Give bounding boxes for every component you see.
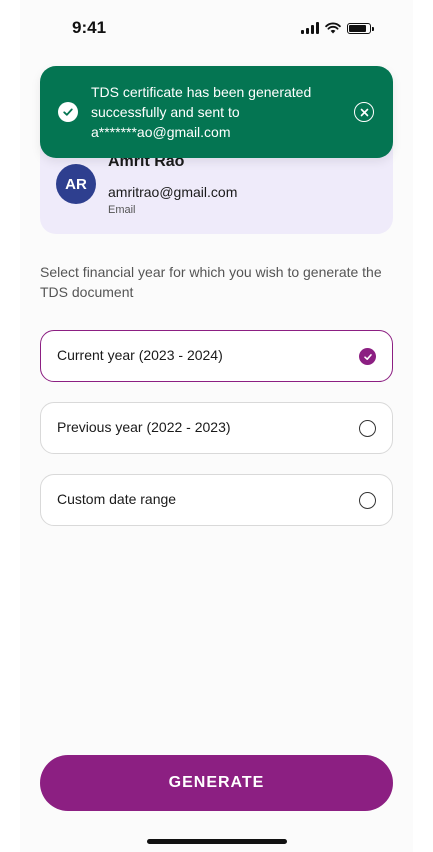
toast-message: TDS certificate has been generated succe…	[91, 84, 312, 140]
option-label: Current year (2023 - 2024)	[57, 347, 223, 363]
option-previous-year[interactable]: Previous year (2022 - 2023)	[40, 402, 393, 454]
home-indicator	[147, 839, 287, 844]
radio-unchecked-icon[interactable]	[359, 420, 376, 437]
success-toast: TDS certificate has been generated succe…	[40, 66, 393, 158]
status-bar: 9:41	[20, 0, 413, 58]
profile-email: amritrao@gmail.com	[108, 184, 238, 200]
instruction-text: Select financial year for which you wish…	[40, 264, 382, 300]
avatar: AR	[56, 164, 96, 204]
battery-icon	[347, 22, 374, 34]
option-current-year[interactable]: Current year (2023 - 2024)	[40, 330, 393, 382]
check-circle-icon	[58, 102, 78, 122]
option-label: Previous year (2022 - 2023)	[57, 419, 231, 435]
signal-icon	[301, 22, 319, 34]
radio-unchecked-icon[interactable]	[359, 492, 376, 509]
generate-button[interactable]: GENERATE	[40, 755, 393, 811]
status-time: 9:41	[72, 18, 107, 37]
radio-checked-icon[interactable]	[359, 348, 376, 365]
option-custom-date-range[interactable]: Custom date range	[40, 474, 393, 526]
profile-email-label: Email	[108, 204, 136, 216]
phone-screen: 9:41 AR Amrit Rao amritrao@gmail.com Ema…	[20, 0, 413, 852]
option-label: Custom date range	[57, 491, 177, 507]
close-circle-icon[interactable]	[354, 102, 374, 122]
wifi-icon	[325, 22, 341, 34]
status-icons	[301, 22, 374, 34]
